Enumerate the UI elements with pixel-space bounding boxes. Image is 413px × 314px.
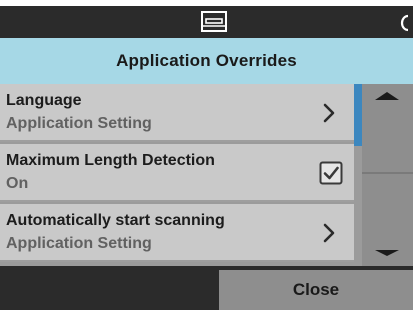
- scroll-thumb[interactable]: [354, 84, 362, 146]
- setting-value: Application Setting: [6, 115, 152, 132]
- checkbox[interactable]: [319, 161, 343, 185]
- scanner-icon: [198, 10, 230, 34]
- footer-bar: Close: [0, 266, 413, 310]
- close-button[interactable]: Close: [219, 270, 413, 310]
- scanner-panel: Application Overrides Language Applicati…: [0, 6, 413, 310]
- setting-label: Automatically start scanning: [6, 212, 225, 229]
- scrollbar[interactable]: [354, 84, 362, 266]
- screen: Application Overrides Language Applicati…: [0, 0, 413, 314]
- setting-row-maximum-length-detection[interactable]: Maximum Length Detection On: [0, 144, 354, 202]
- setting-value: Application Setting: [6, 235, 152, 252]
- setting-row-automatically-start-scanning[interactable]: Automatically start scanning Application…: [0, 204, 354, 262]
- status-bar: [0, 6, 413, 38]
- clipped-icon: [398, 12, 412, 32]
- setting-label: Language: [6, 92, 82, 109]
- chevron-right-icon[interactable]: [319, 221, 339, 245]
- scroll-down-button[interactable]: [362, 176, 413, 266]
- page-title: Application Overrides: [0, 38, 413, 84]
- setting-label: Maximum Length Detection: [6, 152, 215, 169]
- arrow-up-icon: [375, 92, 399, 100]
- setting-row-language[interactable]: Language Application Setting: [0, 84, 354, 142]
- arrow-down-icon: [375, 250, 399, 256]
- settings-list: Language Application Setting Maximum Len…: [0, 84, 362, 266]
- scroll-buttons: [362, 84, 413, 266]
- setting-value: On: [6, 175, 29, 192]
- chevron-right-icon[interactable]: [319, 101, 339, 125]
- scroll-up-button[interactable]: [362, 84, 413, 174]
